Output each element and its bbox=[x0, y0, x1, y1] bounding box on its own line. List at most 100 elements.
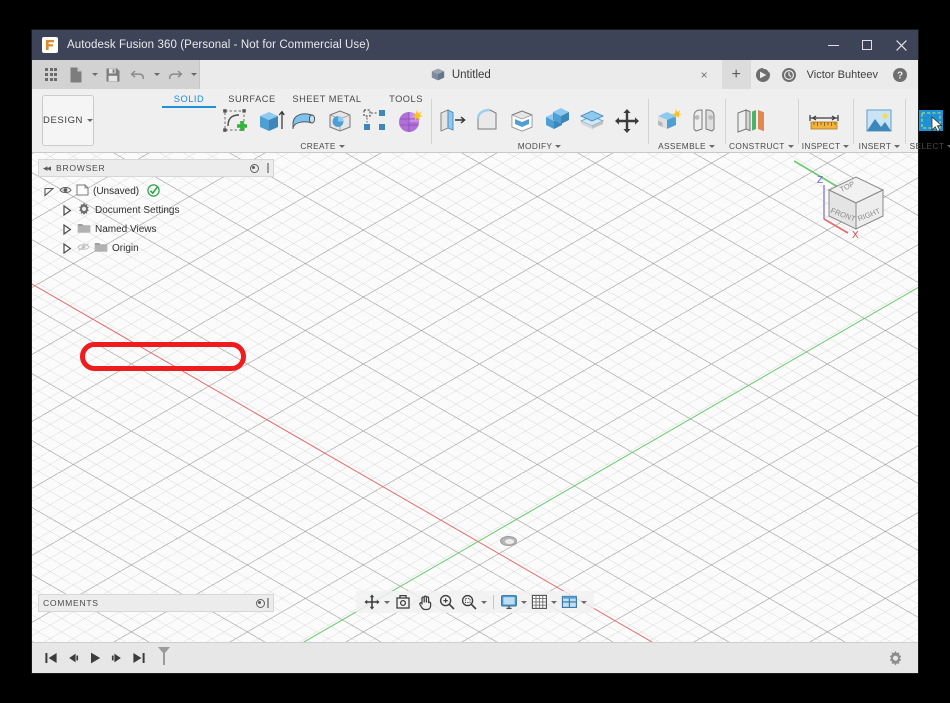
panel-assemble-label[interactable]: ASSEMBLE bbox=[652, 140, 721, 151]
navigation-bar bbox=[356, 591, 594, 613]
pattern-icon[interactable] bbox=[358, 103, 392, 139]
timeline-marker-icon[interactable] bbox=[156, 645, 172, 672]
viewports-icon[interactable] bbox=[559, 591, 589, 613]
joint-icon[interactable] bbox=[687, 103, 721, 139]
view-cube[interactable]: Z X TOP FRONT RIGHT bbox=[794, 159, 902, 254]
insert-image-icon[interactable] bbox=[857, 103, 901, 139]
new-file-dropdown-caret[interactable] bbox=[89, 63, 100, 87]
look-at-icon[interactable] bbox=[392, 591, 414, 613]
document-tab[interactable]: Untitled × bbox=[200, 60, 722, 89]
chevron-down-icon[interactable] bbox=[384, 601, 390, 604]
panel-select: SELECT bbox=[905, 89, 950, 152]
extrude-icon[interactable] bbox=[253, 103, 287, 139]
chevron-down-icon[interactable] bbox=[521, 601, 527, 604]
new-file-icon[interactable] bbox=[64, 63, 88, 87]
panel-inspect: INSPECT bbox=[798, 89, 854, 152]
play-button[interactable] bbox=[84, 647, 106, 669]
job-status-icon[interactable] bbox=[751, 63, 775, 87]
tab-close-icon[interactable]: × bbox=[701, 69, 708, 81]
panel-construct-label[interactable]: CONSTRUCT bbox=[729, 140, 794, 151]
save-icon[interactable] bbox=[101, 63, 125, 87]
visibility-off-eye-icon[interactable] bbox=[77, 242, 90, 256]
panel-assemble: ASSEMBLE bbox=[648, 89, 725, 152]
timeline-settings-icon[interactable] bbox=[884, 647, 906, 669]
zoom-icon[interactable] bbox=[436, 591, 458, 613]
zoom-window-icon[interactable] bbox=[458, 591, 489, 613]
origin-marker[interactable] bbox=[500, 536, 517, 546]
display-settings-icon[interactable] bbox=[498, 591, 529, 613]
chevron-down-icon[interactable] bbox=[581, 601, 587, 604]
orbit-icon[interactable] bbox=[361, 591, 392, 613]
pan-icon[interactable] bbox=[414, 591, 436, 613]
user-account-label[interactable]: Victor Buhteev bbox=[803, 69, 886, 81]
screenshot-root: Autodesk Fusion 360 (Personal - Not for … bbox=[0, 0, 950, 703]
app-grid-icon[interactable] bbox=[39, 63, 63, 87]
panel-modify: MODIFY bbox=[431, 89, 648, 152]
offset-plane-icon[interactable] bbox=[729, 103, 773, 139]
chevron-down-icon[interactable] bbox=[551, 601, 557, 604]
form-icon[interactable] bbox=[393, 103, 427, 139]
svg-text:?: ? bbox=[897, 70, 903, 81]
help-icon[interactable]: ? bbox=[888, 63, 912, 87]
expander-right-icon[interactable] bbox=[60, 205, 73, 216]
expander-down-icon[interactable] bbox=[42, 187, 55, 197]
measure-icon[interactable] bbox=[802, 103, 846, 139]
create-sketch-icon[interactable] bbox=[218, 103, 252, 139]
shell-icon[interactable] bbox=[505, 103, 539, 139]
close-button[interactable] bbox=[884, 30, 918, 60]
browser-tree: (Unsaved) bbox=[38, 177, 274, 258]
gear-icon bbox=[77, 202, 91, 219]
panel-inspect-label[interactable]: INSPECT bbox=[802, 140, 850, 151]
fillet-icon[interactable] bbox=[470, 103, 504, 139]
comments-resize-grip[interactable] bbox=[267, 598, 269, 608]
chevron-down-icon bbox=[555, 145, 561, 148]
undo-icon[interactable] bbox=[126, 63, 150, 87]
panel-create: CREATE bbox=[214, 89, 431, 152]
hole-icon[interactable] bbox=[323, 103, 357, 139]
minimize-button[interactable] bbox=[816, 30, 850, 60]
tree-node-origin[interactable]: Origin bbox=[38, 239, 274, 258]
browser-resize-grip[interactable] bbox=[267, 163, 269, 173]
panel-modify-label[interactable]: MODIFY bbox=[435, 140, 644, 151]
panel-insert-label[interactable]: INSERT bbox=[857, 140, 901, 151]
workspace-selector[interactable]: DESIGN bbox=[42, 95, 94, 146]
comments-options-icon[interactable] bbox=[256, 599, 265, 608]
panel-select-label[interactable]: SELECT bbox=[909, 140, 950, 151]
ribbon: DESIGN SOLID SURFACE SHEET METAL TOOLS bbox=[32, 89, 918, 153]
chevron-down-icon bbox=[843, 145, 849, 148]
tree-node-document-settings[interactable]: Document Settings bbox=[38, 201, 274, 220]
redo-dropdown-caret[interactable] bbox=[188, 63, 199, 87]
press-pull-icon[interactable] bbox=[435, 103, 469, 139]
tab-solid[interactable]: SOLID bbox=[160, 92, 218, 108]
redo-icon[interactable] bbox=[163, 63, 187, 87]
new-tab-button[interactable]: + bbox=[722, 60, 751, 89]
expander-right-icon[interactable] bbox=[60, 243, 73, 254]
move-copy-icon[interactable] bbox=[610, 103, 644, 139]
step-back-button[interactable] bbox=[62, 647, 84, 669]
revolve-icon[interactable] bbox=[288, 103, 322, 139]
tree-node-unsaved[interactable]: (Unsaved) bbox=[38, 182, 274, 201]
combine-icon[interactable] bbox=[540, 103, 574, 139]
account-toolbar: Victor Buhteev ? bbox=[751, 60, 918, 89]
new-component-icon[interactable] bbox=[652, 103, 686, 139]
collapse-icon[interactable]: ◂◂ bbox=[43, 163, 50, 174]
maximize-button[interactable] bbox=[850, 30, 884, 60]
offset-face-icon[interactable] bbox=[575, 103, 609, 139]
folder-icon bbox=[94, 241, 108, 256]
browser-options-icon[interactable] bbox=[250, 164, 259, 173]
select-window-icon[interactable] bbox=[909, 103, 950, 139]
go-to-end-button[interactable] bbox=[128, 647, 150, 669]
quick-access-and-tabs: Untitled × + bbox=[32, 60, 918, 89]
grid-snaps-icon[interactable] bbox=[529, 591, 559, 613]
visibility-eye-icon[interactable] bbox=[59, 185, 72, 198]
application-window: Autodesk Fusion 360 (Personal - Not for … bbox=[32, 30, 918, 673]
go-to-beginning-button[interactable] bbox=[40, 647, 62, 669]
tree-node-named-views[interactable]: Named Views bbox=[38, 220, 274, 239]
panel-create-label[interactable]: CREATE bbox=[218, 140, 427, 151]
history-icon[interactable] bbox=[777, 63, 801, 87]
step-forward-button[interactable] bbox=[106, 647, 128, 669]
undo-dropdown-caret[interactable] bbox=[151, 63, 162, 87]
expander-right-icon[interactable] bbox=[60, 224, 73, 235]
chevron-down-icon[interactable] bbox=[481, 601, 487, 604]
comments-panel[interactable]: COMMENTS bbox=[38, 594, 274, 612]
